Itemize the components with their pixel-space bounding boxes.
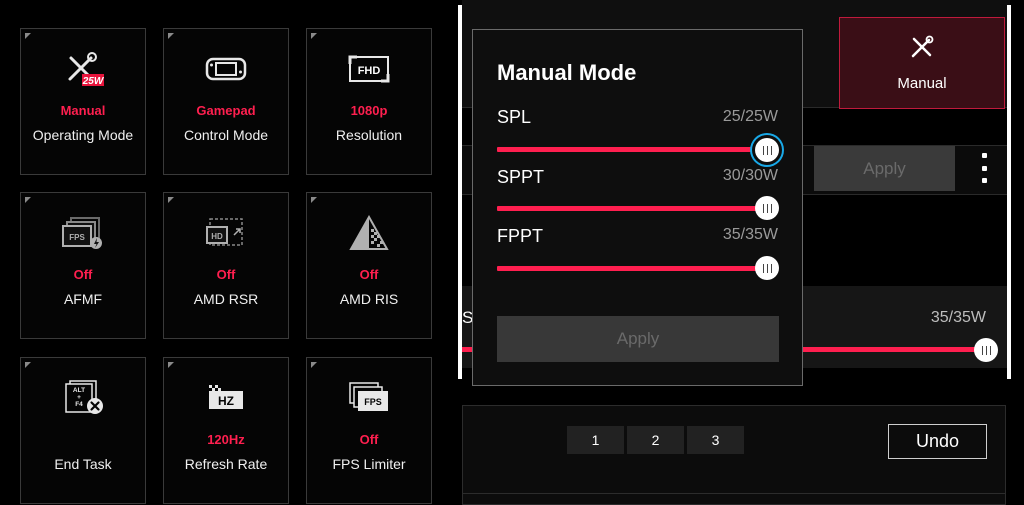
tile-label: Refresh Rate [184, 456, 268, 472]
tile-label: Operating Mode [32, 127, 134, 143]
spl-slider-handle[interactable] [755, 138, 779, 162]
tile-status: Off [73, 267, 93, 282]
fppt-label: FPPT [497, 226, 544, 246]
fhd-icon: FHD [347, 51, 391, 87]
f4-key-label: F4 [75, 401, 83, 408]
fps-frames-icon: FPS [61, 215, 105, 251]
dialog-title: Manual Mode [497, 60, 637, 85]
tile-end-task[interactable]: ALT + F4 End Task [20, 357, 146, 504]
spl-label: SPL [497, 107, 532, 127]
tile-label: Control Mode [183, 127, 269, 143]
fps-limiter-icon: FPS [347, 380, 391, 416]
sharpen-triangle-icon [347, 215, 391, 251]
sppt-label: SPPT [497, 167, 545, 187]
tile-refresh-rate[interactable]: HZ 120Hz Refresh Rate [163, 357, 289, 504]
fppt-slider-handle[interactable] [755, 256, 779, 280]
plus-key-label: + [77, 394, 81, 401]
fppt-slider-track[interactable] [497, 266, 767, 271]
tile-status: 120Hz [207, 432, 245, 447]
alt-f4-close-icon: ALT + F4 [61, 380, 105, 416]
background-fppt-value: 35/35W [930, 309, 986, 326]
hd-badge: HD [211, 232, 223, 241]
page-button-2[interactable]: 2 [627, 426, 684, 454]
spl-slider-track[interactable] [497, 147, 767, 152]
background-apply-button[interactable]: Apply [814, 146, 955, 191]
fps-badge: FPS [69, 233, 85, 242]
undo-button[interactable]: Undo [888, 424, 987, 459]
background-divider [462, 493, 1006, 494]
tile-status: Off [216, 267, 236, 282]
spl-value: 25/25W [722, 108, 778, 125]
tile-status: Off [359, 432, 379, 447]
tile-resolution[interactable]: FHD 1080p Resolution [306, 28, 432, 175]
handheld-console-icon [204, 51, 248, 87]
tile-afmf[interactable]: FPS Off AFMF [20, 192, 146, 339]
sppt-slider-handle[interactable] [755, 196, 779, 220]
power-badge: 25W [82, 76, 105, 87]
tile-amd-ris[interactable]: Off AMD RIS [306, 192, 432, 339]
tile-status: Gamepad [196, 103, 256, 118]
manual-mode-button[interactable]: Manual [839, 17, 1005, 109]
fhd-badge: FHD [358, 65, 381, 77]
dialog-apply-button[interactable]: Apply [497, 316, 779, 362]
tile-label: FPS Limiter [332, 456, 406, 472]
tile-label: AFMF [63, 291, 103, 307]
more-options-icon[interactable] [978, 153, 990, 183]
selection-bar-right [1007, 5, 1011, 379]
page-button-1[interactable]: 1 [567, 426, 624, 454]
tile-label: Resolution [335, 127, 403, 143]
hz-badge: HZ [218, 394, 234, 408]
page-button-3[interactable]: 3 [687, 426, 744, 454]
wrench-screwdriver-icon: 25W [61, 51, 105, 87]
tile-label: AMD RSR [193, 291, 259, 307]
wrench-screwdriver-icon [909, 34, 935, 65]
sppt-value: 30/30W [722, 167, 778, 184]
hz-checker-icon: HZ [204, 380, 248, 416]
tile-label: End Task [54, 456, 112, 472]
tile-status: 1080p [350, 103, 388, 118]
background-fppt-slider-handle[interactable] [974, 338, 998, 362]
tile-label: AMD RIS [339, 291, 399, 307]
tile-fps-limiter[interactable]: FPS Off FPS Limiter [306, 357, 432, 504]
sppt-slider-track[interactable] [497, 206, 767, 211]
hd-upscale-icon: HD [204, 215, 248, 251]
tile-operating-mode[interactable]: 25W Manual Operating Mode [20, 28, 146, 175]
alt-key-label: ALT [73, 387, 85, 394]
fppt-value: 35/35W [722, 226, 778, 243]
tile-status: Off [359, 267, 379, 282]
tile-amd-rsr[interactable]: HD Off AMD RSR [163, 192, 289, 339]
quick-settings-grid: 25W Manual Operating Mode Gamepad Contro… [0, 0, 450, 505]
manual-mode-label: Manual [897, 75, 947, 92]
tile-control-mode[interactable]: Gamepad Control Mode [163, 28, 289, 175]
fps-limiter-badge: FPS [364, 397, 382, 407]
manual-mode-dialog: Manual Mode SPL 25/25W SPPT 30/30W FPPT … [472, 29, 803, 386]
tile-status: Manual [60, 103, 106, 118]
